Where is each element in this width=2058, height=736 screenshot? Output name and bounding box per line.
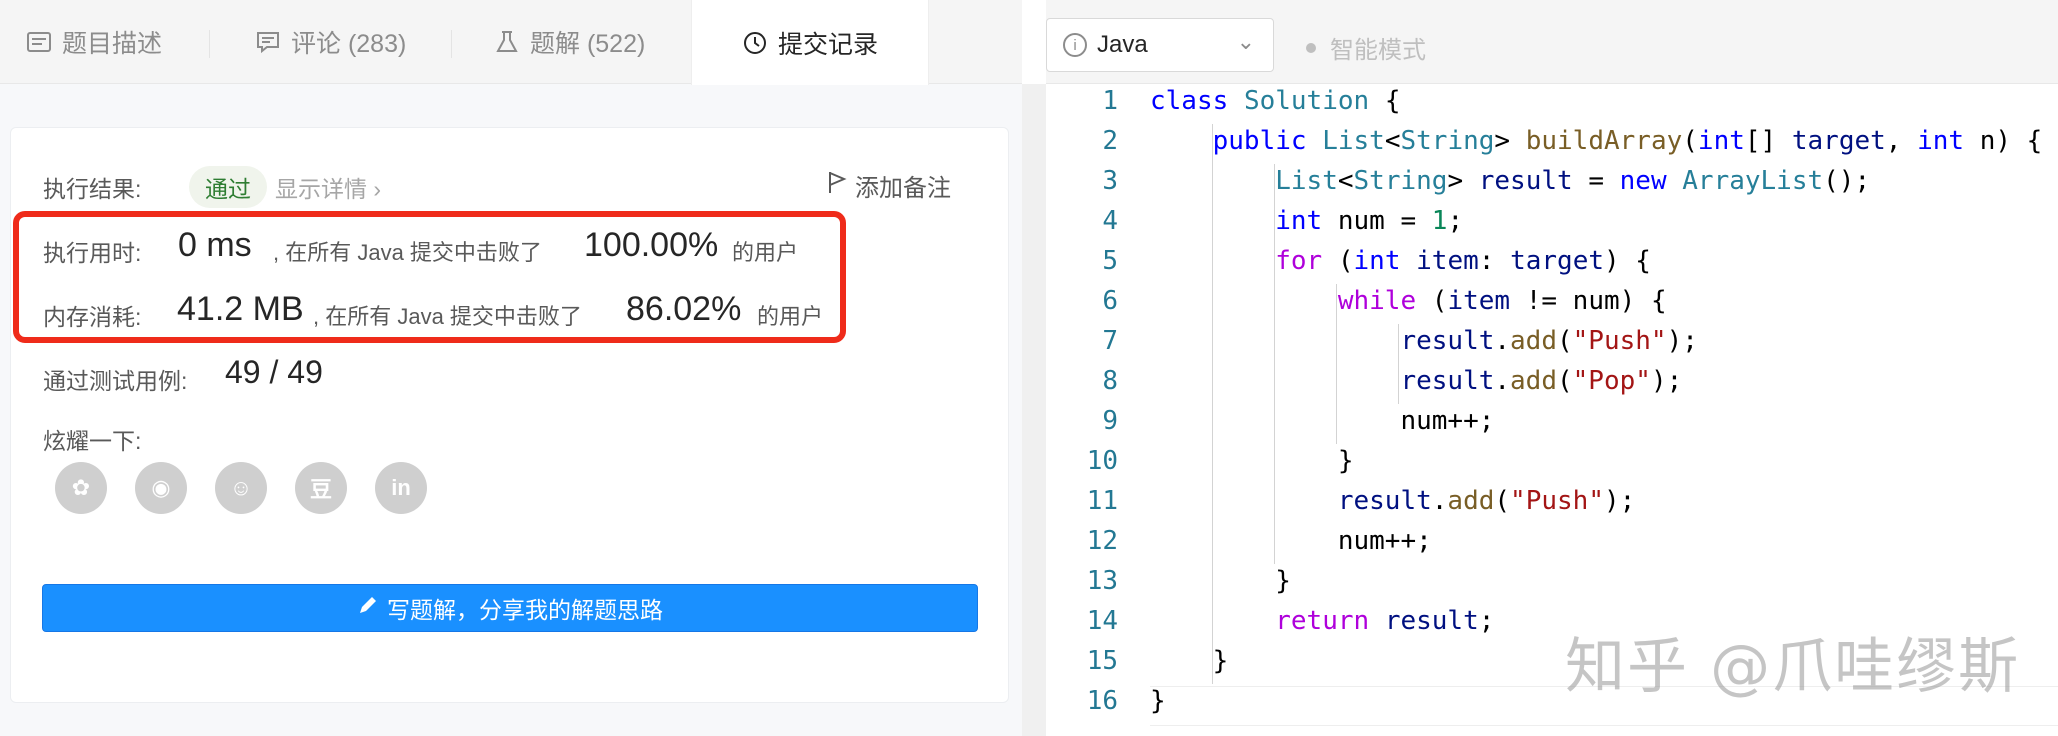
description-icon — [26, 29, 52, 55]
line-number: 10 — [1086, 446, 1118, 476]
code-line: List<String> result = new ArrayList(); — [1275, 166, 1871, 196]
line-number: 13 — [1086, 566, 1118, 596]
code-line: result.add("Pop"); — [1400, 366, 1683, 396]
tab-divider — [209, 30, 210, 58]
line-number: 14 — [1086, 606, 1118, 636]
status-label: 执行结果: — [43, 176, 142, 202]
tab-submissions-label: 提交记录 — [777, 30, 878, 59]
line-number: 9 — [1102, 406, 1118, 436]
editor-toolbar: i Java ⌄ 智能模式 — [1046, 0, 2058, 84]
code-line: while (item != num) { — [1337, 286, 1667, 316]
status-badge: 通过 — [189, 166, 267, 208]
wechat-icon[interactable]: ✿ — [55, 462, 107, 514]
tab-divider — [451, 30, 452, 58]
tab-solutions-label: 题解 (522) — [530, 30, 646, 58]
code-line: int num = 1; — [1275, 206, 1464, 236]
line-number: 16 — [1086, 686, 1118, 716]
show-detail-link[interactable]: 显示详情 › — [275, 170, 381, 204]
weibo-icon[interactable]: ◉ — [135, 462, 187, 514]
line-number: 6 — [1102, 286, 1118, 316]
resize-handle[interactable] — [1022, 84, 1046, 736]
indent-guide — [1398, 324, 1399, 404]
tab-submissions[interactable]: 提交记录 — [691, 0, 929, 85]
code-line: public List<String> buildArray(int[] tar… — [1212, 126, 2043, 156]
code-line: class Solution { — [1150, 86, 1401, 116]
line-number: 8 — [1102, 366, 1118, 396]
code-line: } — [1150, 646, 1229, 676]
highlight-box — [13, 211, 846, 343]
line-number: 11 — [1086, 486, 1118, 516]
tab-description[interactable]: 题目描述 — [26, 0, 162, 84]
share-label: 炫耀一下: — [43, 428, 142, 454]
tab-solutions[interactable]: 题解 (522) — [494, 0, 645, 84]
indent-guide — [1212, 124, 1213, 684]
code-line: return result; — [1275, 606, 1495, 636]
flag-icon — [827, 170, 847, 201]
tests-value: 49 / 49 — [225, 354, 323, 390]
line-number: 7 — [1102, 326, 1118, 356]
code-line: num++; — [1150, 526, 1432, 556]
flask-icon — [494, 29, 520, 55]
tab-comments[interactable]: 评论 (283) — [255, 0, 406, 84]
code-line: result.add("Push"); — [1400, 326, 1698, 356]
tab-comments-label: 评论 (283) — [291, 30, 407, 58]
tab-description-label: 题目描述 — [62, 30, 163, 58]
language-label: Java — [1097, 31, 1148, 58]
qq-icon[interactable]: ☺ — [215, 462, 267, 514]
douban-icon[interactable]: 豆 — [295, 462, 347, 514]
indent-guide — [1336, 284, 1337, 444]
line-number: 1 — [1102, 86, 1118, 116]
code-line: for (int item: target) { — [1275, 246, 1651, 276]
add-note-label: 添加备注 — [855, 175, 951, 202]
add-note-button[interactable]: 添加备注 — [827, 168, 951, 203]
line-number: 4 — [1102, 206, 1118, 236]
watermark: 知乎 @爪哇缪斯 — [1565, 632, 2021, 702]
line-number: 2 — [1102, 126, 1118, 156]
line-number: 15 — [1086, 646, 1118, 676]
write-solution-label: 写题解，分享我的解题思路 — [387, 597, 663, 623]
chevron-down-icon: ⌄ — [1236, 29, 1255, 54]
tab-bar: 题目描述 评论 (283) 题解 (522) 提交记录 — [0, 0, 1022, 85]
tests-label: 通过测试用例: — [43, 368, 188, 394]
line-number: 12 — [1086, 526, 1118, 556]
code-line: result.add("Push"); — [1337, 486, 1636, 516]
line-number: 3 — [1102, 166, 1118, 196]
smart-mode-toggle[interactable]: 智能模式 — [1306, 30, 1426, 65]
clock-icon — [742, 30, 768, 56]
code-line: } — [1150, 446, 1354, 476]
comment-icon — [255, 29, 281, 55]
language-select[interactable]: i Java ⌄ — [1046, 18, 1274, 72]
write-solution-button[interactable]: 写题解，分享我的解题思路 — [42, 584, 978, 632]
code-line: } — [1150, 686, 1166, 716]
left-panel: 题目描述 评论 (283) 题解 (522) 提交记录 执行结果: 通过 显示详… — [0, 0, 1022, 736]
code-line: } — [1150, 566, 1291, 596]
code-line: num++; — [1150, 406, 1495, 436]
info-icon: i — [1063, 33, 1087, 57]
mode-dot-icon — [1306, 42, 1316, 53]
linkedin-icon[interactable]: in — [375, 462, 427, 514]
smart-mode-label: 智能模式 — [1330, 37, 1426, 64]
line-number: 5 — [1102, 246, 1118, 276]
pencil-icon — [357, 594, 379, 622]
indent-guide — [1274, 164, 1275, 564]
